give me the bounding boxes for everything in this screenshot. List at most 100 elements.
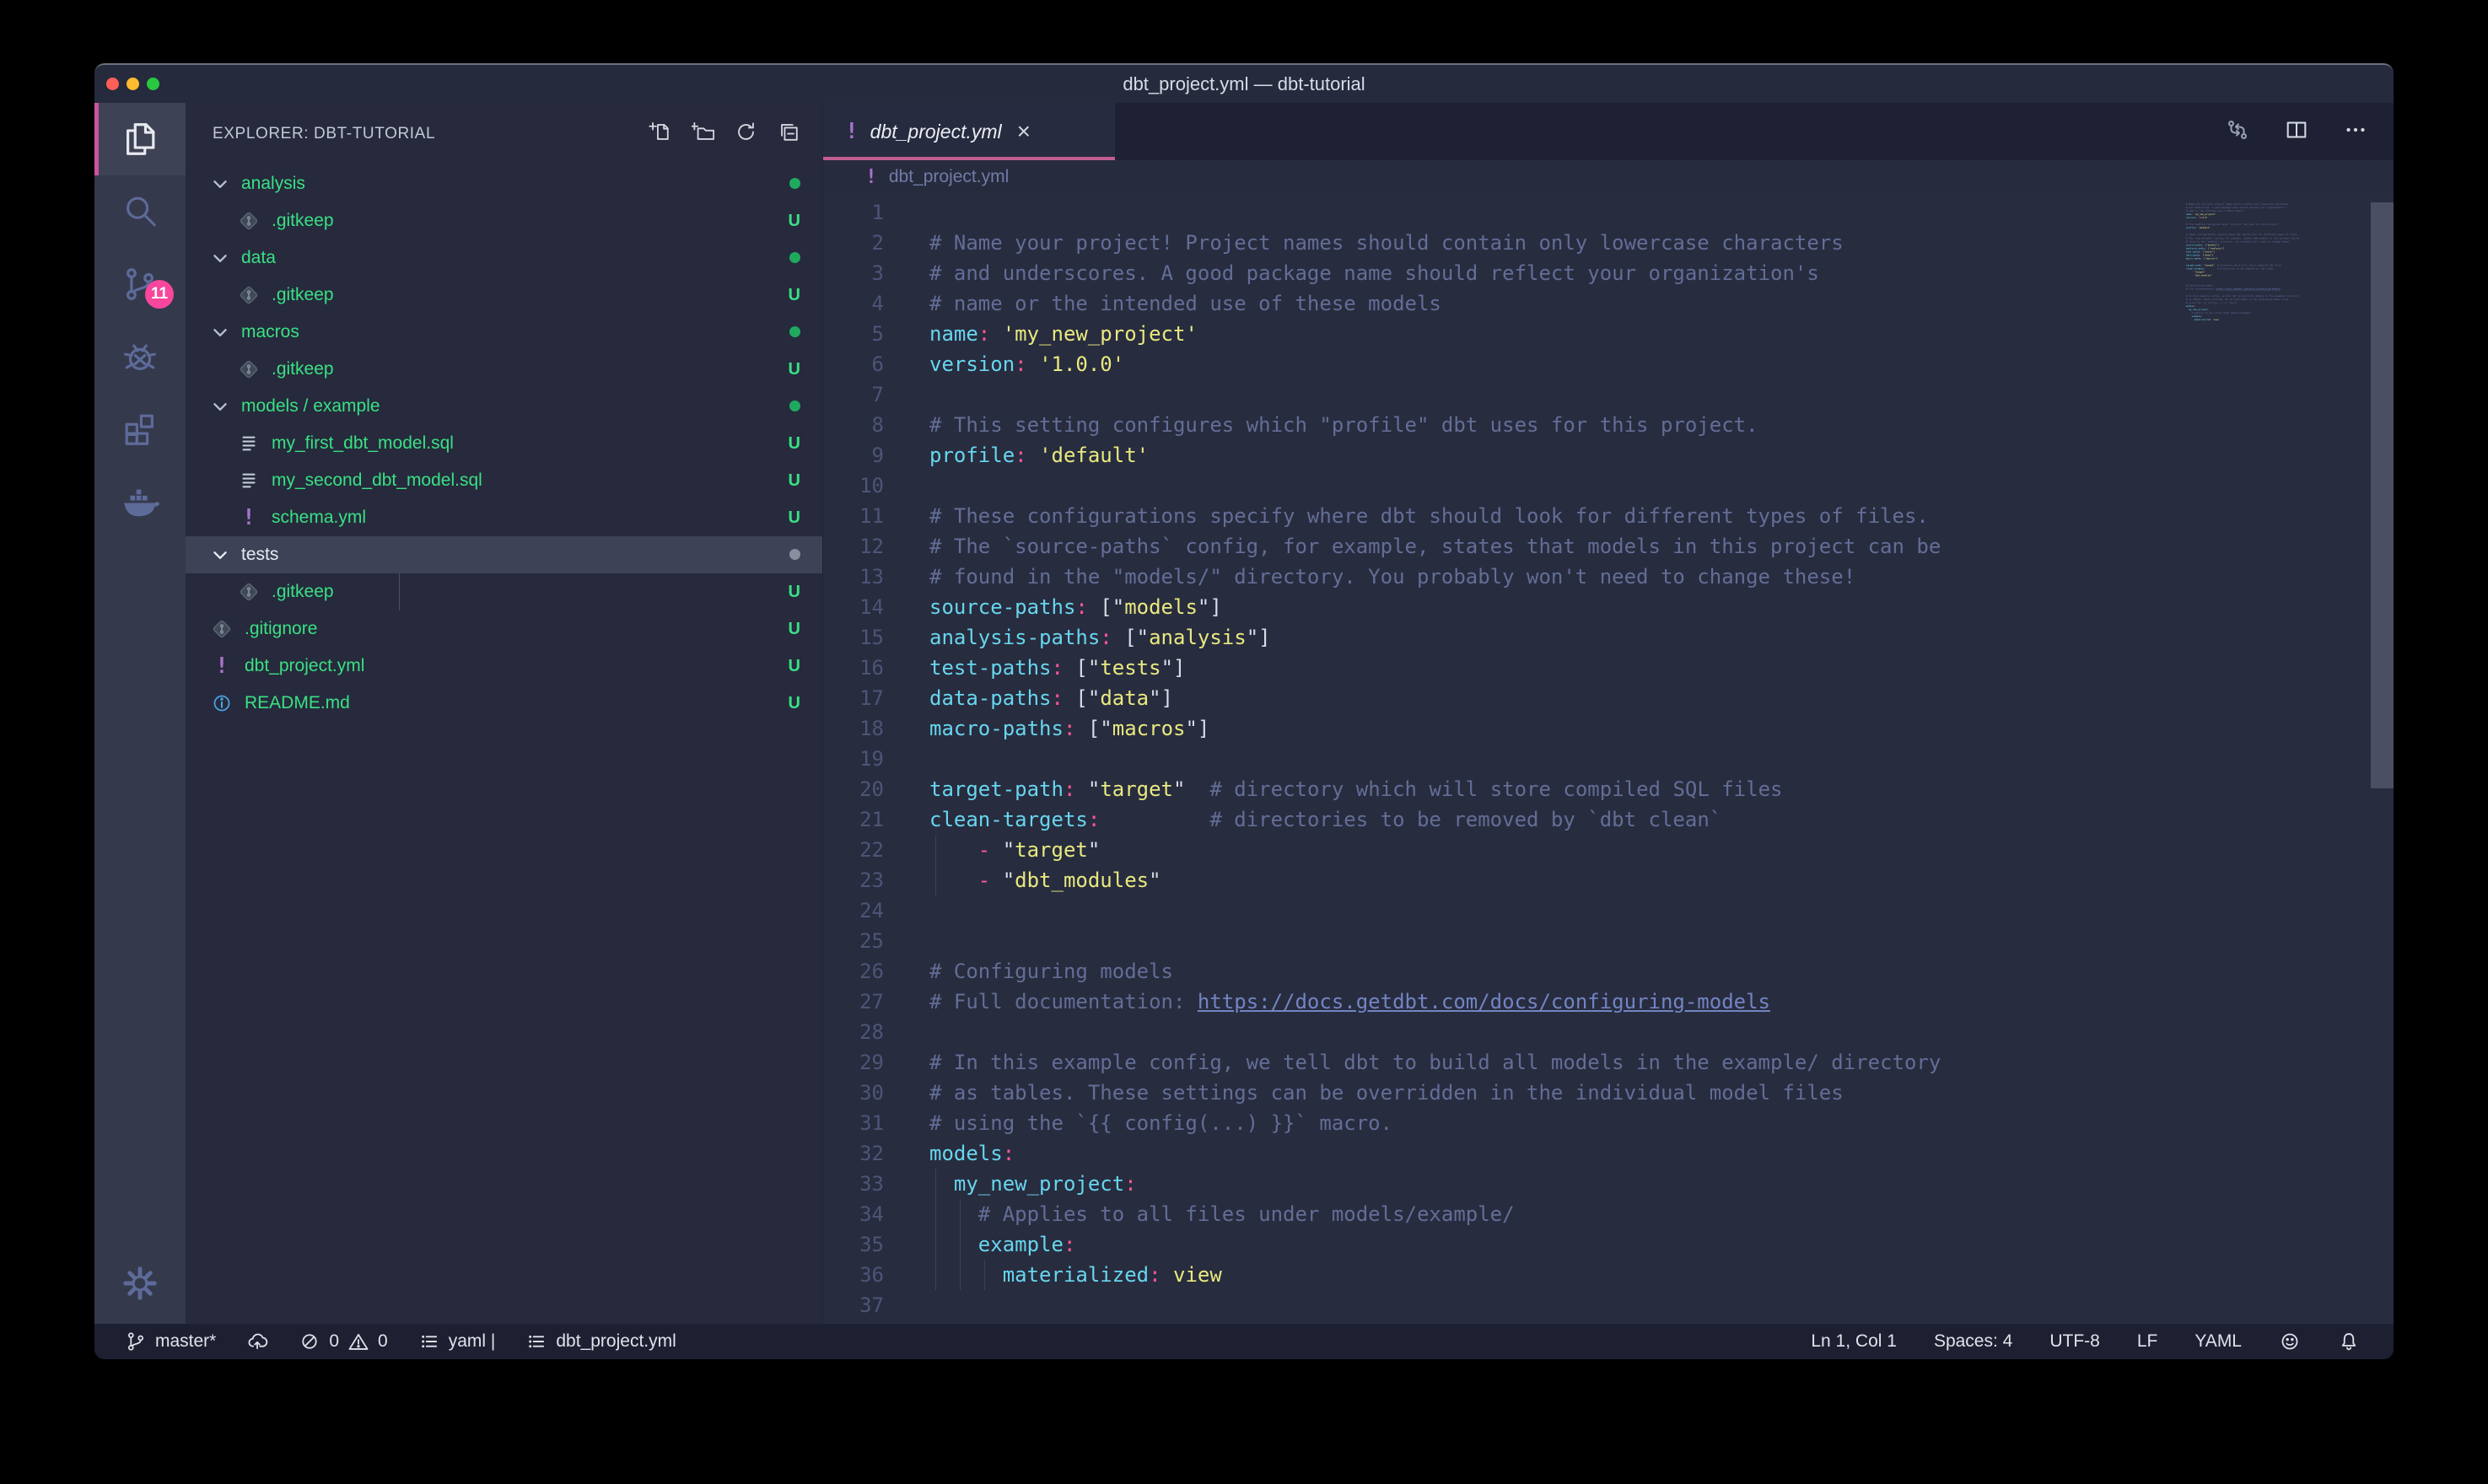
code-line-6[interactable]: 6version: '1.0.0' xyxy=(823,349,2335,379)
code-line-37[interactable]: 37 xyxy=(823,1290,2335,1320)
code-line-9[interactable]: 9profile: 'default' xyxy=(823,440,2335,470)
code-line-13[interactable]: 13# found in the "models/" directory. Yo… xyxy=(823,562,2335,592)
settings-gear-button[interactable] xyxy=(94,1243,186,1324)
status-cursor-position[interactable]: Ln 1, Col 1 xyxy=(1811,1331,1897,1352)
code-line-2[interactable]: 2# Name your project! Project names shou… xyxy=(823,228,2335,258)
tree-folder-models-example[interactable]: models / example xyxy=(186,388,822,425)
code-line-22[interactable]: 22 - "target" xyxy=(823,835,2335,865)
status-notifications[interactable] xyxy=(2338,1331,2360,1352)
split-editor-button[interactable] xyxy=(2284,117,2309,147)
status-feedback[interactable] xyxy=(2279,1331,2301,1352)
git-status-badge xyxy=(789,546,800,565)
tree-item-label: .gitignore xyxy=(245,619,317,639)
line-number: 24 xyxy=(823,895,884,926)
activity-explorer-button[interactable] xyxy=(94,103,186,175)
tree-folder-macros[interactable]: macros xyxy=(186,314,822,351)
status-problems[interactable]: 00 xyxy=(299,1331,387,1352)
close-tab-icon[interactable]: × xyxy=(1017,120,1031,143)
code-line-10[interactable]: 10 xyxy=(823,470,2335,501)
tree-file-my-second-dbt-model-sql[interactable]: my_second_dbt_model.sqlU xyxy=(186,462,822,499)
new-file-button[interactable] xyxy=(649,121,671,148)
status-indentation[interactable]: Spaces: 4 xyxy=(1934,1331,2012,1352)
line-number: 1 xyxy=(823,197,884,228)
status-linter-file[interactable]: dbt_project.yml xyxy=(525,1331,676,1352)
docker-icon xyxy=(121,482,159,521)
line-number: 11 xyxy=(823,501,884,531)
tree-file--gitkeep[interactable]: .gitkeepU xyxy=(186,277,822,314)
activity-extensions-button[interactable] xyxy=(94,393,186,465)
code-line-15[interactable]: 15analysis-paths: ["analysis"] xyxy=(823,622,2335,653)
code-line-34[interactable]: 34 # Applies to all files under models/e… xyxy=(823,1199,2335,1229)
git-status-badge: U xyxy=(789,508,800,528)
code-line-28[interactable]: 28 xyxy=(823,1017,2335,1047)
line-number: 30 xyxy=(823,1078,884,1108)
activity-docker-button[interactable] xyxy=(94,465,186,538)
status-git-branch-status[interactable]: master* xyxy=(125,1331,216,1352)
scrollbar-thumb[interactable] xyxy=(2371,202,2394,788)
status-publish-changes[interactable] xyxy=(246,1331,268,1352)
code-line-32[interactable]: 32models: xyxy=(823,1138,2335,1169)
compare-editor-button[interactable] xyxy=(2225,117,2250,147)
code-text: # These configurations specify where dbt… xyxy=(929,501,1929,531)
code-line-4[interactable]: 4# name or the intended use of these mod… xyxy=(823,288,2335,319)
tree-file-schema-yml[interactable]: !schema.ymlU xyxy=(186,499,822,536)
code-line-33[interactable]: 33 my_new_project: xyxy=(823,1169,2335,1199)
code-line-20[interactable]: 20target-path: "target" # directory whic… xyxy=(823,774,2335,804)
tree-file--gitkeep[interactable]: .gitkeepU xyxy=(186,351,822,388)
code-line-35[interactable]: 35 example: xyxy=(823,1229,2335,1260)
code-line-26[interactable]: 26# Configuring models xyxy=(823,956,2335,987)
tree-file--gitignore[interactable]: .gitignoreU xyxy=(186,610,822,648)
breadcrumb[interactable]: ! dbt_project.yml xyxy=(823,160,2394,194)
code-text: models: xyxy=(929,1138,1015,1169)
tree-folder-data[interactable]: data xyxy=(186,239,822,277)
code-line-21[interactable]: 21clean-targets: # directories to be rem… xyxy=(823,804,2335,835)
explorer-icon xyxy=(121,120,159,159)
editor-scrollbar[interactable] xyxy=(2371,194,2394,1324)
code-line-18[interactable]: 18macro-paths: ["macros"] xyxy=(823,713,2335,744)
code-line-7[interactable]: 7 xyxy=(823,379,2335,410)
gear-icon xyxy=(121,1264,159,1303)
tab-dbt-project-yml[interactable]: ! dbt_project.yml × xyxy=(823,103,1115,160)
code-line-36[interactable]: 36 materialized: view xyxy=(823,1260,2335,1290)
code-line-30[interactable]: 30# as tables. These settings can be ove… xyxy=(823,1078,2335,1108)
code-line-12[interactable]: 12# The `source-paths` config, for examp… xyxy=(823,531,2335,562)
tree-file-dbt-project-yml[interactable]: !dbt_project.ymlU xyxy=(186,648,822,685)
line-number: 7 xyxy=(823,379,884,410)
code-line-24[interactable]: 24 xyxy=(823,895,2335,926)
tree-file-readme-md[interactable]: README.mdU xyxy=(186,685,822,722)
tree-file--gitkeep[interactable]: .gitkeepU xyxy=(186,573,822,610)
smiley-icon xyxy=(2279,1331,2301,1352)
code-line-5[interactable]: 5name: 'my_new_project' xyxy=(823,319,2335,349)
collapse-all-button[interactable] xyxy=(778,121,800,148)
code-line-14[interactable]: 14source-paths: ["models"] xyxy=(823,592,2335,622)
tree-file--gitkeep[interactable]: .gitkeepU xyxy=(186,202,822,239)
status-eol[interactable]: LF xyxy=(2137,1331,2158,1352)
tree-folder-analysis[interactable]: analysis xyxy=(186,165,822,202)
code-line-3[interactable]: 3# and underscores. A good package name … xyxy=(823,258,2335,288)
code-line-31[interactable]: 31# using the `{{ config(...) }}` macro. xyxy=(823,1108,2335,1138)
status-encoding[interactable]: UTF-8 xyxy=(2049,1331,2100,1352)
code-line-19[interactable]: 19 xyxy=(823,744,2335,774)
tree-folder-tests[interactable]: tests xyxy=(186,536,822,573)
code-line-27[interactable]: 27# Full documentation: https://docs.get… xyxy=(823,987,2335,1017)
code-line-17[interactable]: 17data-paths: ["data"] xyxy=(823,683,2335,713)
code-line-8[interactable]: 8# This setting configures which "profil… xyxy=(823,410,2335,440)
code-editor[interactable]: 12# Name your project! Project names sho… xyxy=(823,194,2394,1324)
more-editor-button[interactable] xyxy=(2343,117,2368,147)
code-line-1[interactable]: 1 xyxy=(823,197,2335,228)
status-linter-yaml[interactable]: yaml | xyxy=(418,1331,496,1352)
code-line-23[interactable]: 23 - "dbt_modules" xyxy=(823,865,2335,895)
line-number: 27 xyxy=(823,987,884,1017)
refresh-button[interactable] xyxy=(735,121,757,148)
code-line-25[interactable]: 25 xyxy=(823,926,2335,956)
activity-source-control-button[interactable]: 11 xyxy=(94,248,186,320)
code-line-29[interactable]: 29# In this example config, we tell dbt … xyxy=(823,1047,2335,1078)
new-folder-button[interactable] xyxy=(692,121,714,148)
line-number: 6 xyxy=(823,349,884,379)
status-language-mode[interactable]: YAML xyxy=(2195,1331,2242,1352)
code-line-11[interactable]: 11 # These configurations specify where d… xyxy=(823,501,2335,531)
code-line-16[interactable]: 16test-paths: ["tests"] xyxy=(823,653,2335,683)
tree-file-my-first-dbt-model-sql[interactable]: my_first_dbt_model.sqlU xyxy=(186,425,822,462)
activity-search-button[interactable] xyxy=(94,175,186,248)
activity-debug-button[interactable] xyxy=(94,320,186,393)
